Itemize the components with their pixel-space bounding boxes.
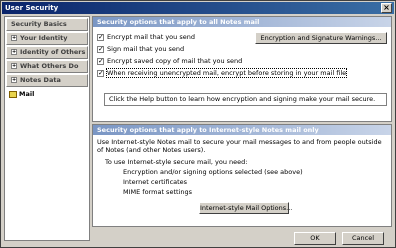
main-content: Security options that apply to all Notes… — [92, 16, 394, 247]
requirement-item: Encryption and/or signing options select… — [123, 168, 303, 176]
sidebar-item-identity-of-others[interactable]: + Identity of Others — [6, 46, 88, 59]
help-text-box: Click the Help button to learn how encry… — [104, 93, 387, 106]
option-encrypt-mail[interactable]: Encrypt mail that you send — [97, 33, 195, 42]
title-bar: User Security × — [2, 2, 394, 14]
option-sign-mail[interactable]: Sign mail that you send — [97, 45, 184, 54]
option-encrypt-saved-copy[interactable]: Encrypt saved copy of mail that you send — [97, 57, 242, 66]
internet-mail-panel: Security options that apply to Internet-… — [92, 124, 392, 227]
sidebar-item-label: Your Identity — [20, 34, 68, 42]
close-icon[interactable]: × — [381, 3, 392, 13]
internet-mail-header: Security options that apply to Internet-… — [93, 125, 391, 135]
option-label: Encrypt saved copy of mail that you send — [107, 57, 243, 65]
cancel-button[interactable]: Cancel — [342, 232, 384, 245]
option-encrypt-incoming[interactable]: When receiving unencrypted mail, encrypt… — [97, 68, 348, 78]
sign-mail-checkbox[interactable] — [97, 45, 104, 54]
expand-icon[interactable]: + — [11, 35, 17, 41]
requirements-label: To use Internet-style secure mail, you n… — [105, 158, 248, 166]
encrypt-incoming-checkbox[interactable] — [97, 69, 104, 78]
sidebar-item-what-others-do[interactable]: + What Others Do — [6, 60, 88, 73]
sidebar-item-label: What Others Do — [20, 62, 79, 70]
option-label: Encrypt mail that you send — [107, 33, 195, 41]
expand-icon[interactable]: + — [11, 77, 17, 83]
window-title: User Security — [5, 4, 59, 12]
sidebar: Security Basics + Your Identity + Identity… — [4, 16, 90, 241]
sidebar-item-label: Notes Data — [20, 76, 61, 84]
sidebar-item-label: Security Basics — [11, 20, 67, 28]
sidebar-item-notes-data[interactable]: + Notes Data — [6, 74, 88, 87]
internet-mail-intro: Use Internet-style Notes mail to secure … — [97, 138, 382, 154]
notes-mail-header: Security options that apply to all Notes… — [93, 17, 391, 27]
ok-button[interactable]: OK — [294, 232, 336, 245]
sidebar-item-security-basics[interactable]: Security Basics — [6, 18, 88, 31]
requirement-item: Internet certificates — [123, 178, 188, 186]
requirement-item: MIME format settings — [123, 188, 192, 196]
notes-mail-panel: Security options that apply to all Notes… — [92, 16, 392, 122]
option-label: When receiving unencrypted mail, encrypt… — [105, 68, 348, 78]
encrypt-saved-copy-checkbox[interactable] — [97, 57, 104, 66]
internet-mail-options-button[interactable]: Internet-style Mail Options... — [199, 202, 292, 214]
sidebar-item-label: Mail — [19, 90, 35, 98]
expand-icon[interactable]: + — [11, 63, 17, 69]
expand-icon[interactable]: + — [11, 49, 17, 55]
sidebar-item-your-identity[interactable]: + Your Identity — [6, 32, 88, 45]
mail-icon — [9, 91, 17, 98]
sidebar-item-mail[interactable]: Mail — [6, 88, 88, 101]
user-security-dialog: User Security × Security Basics + Your Id… — [0, 0, 396, 248]
sidebar-item-label: Identity of Others — [20, 48, 86, 56]
option-label: Sign mail that you send — [107, 45, 185, 53]
encryption-warnings-button[interactable]: Encryption and Signature Warnings... — [255, 32, 387, 44]
encrypt-mail-checkbox[interactable] — [97, 33, 104, 42]
